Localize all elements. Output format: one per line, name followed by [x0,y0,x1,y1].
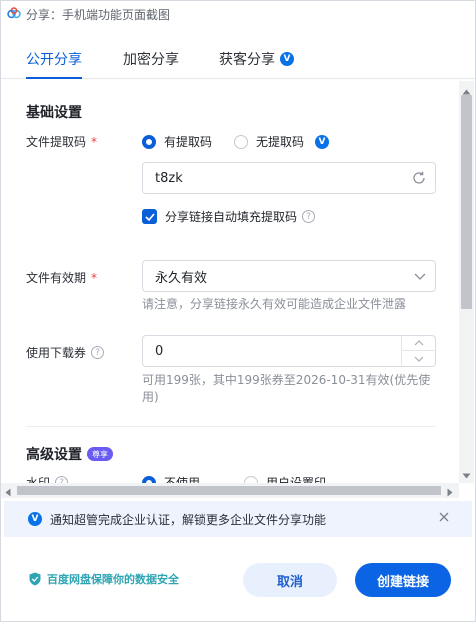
section-divider [26,426,436,427]
create-link-button[interactable]: 创建链接 [355,563,451,597]
extraction-code-input[interactable]: t8zk [142,162,436,194]
scroll-right-arrow-icon[interactable] [447,486,453,501]
horizontal-scrollbar[interactable] [1,483,459,498]
premium-badge: 尊享 [87,447,113,461]
settings-panel: 基础设置 文件提取码 * 有提取码 无提取码 V t8zk 分享链接自动填充提取… [1,80,475,484]
validity-select[interactable]: 永久有效 [142,260,436,292]
title-bar: 分享：手机端功能页面截图 [1,1,475,27]
validity-label: 文件有效期 * [26,269,97,286]
radio-label: 有提取码 [164,135,213,149]
radio-without-code[interactable]: 无提取码 [234,133,304,150]
active-tab-indicator [26,77,82,79]
radio-checked-icon [142,134,156,149]
refresh-icon[interactable] [411,170,427,190]
label-text: 文件有效期 [26,271,87,285]
tab-customer-share[interactable]: 获客分享 V [219,49,294,69]
select-value: 永久有效 [155,270,208,286]
scroll-left-arrow-icon[interactable] [5,486,11,501]
auto-fill-checkbox[interactable]: 分享链接自动填充提取码 ? [142,208,316,225]
share-tabs: 公开分享 加密分享 获客分享 V [1,37,475,79]
tab-public-share[interactable]: 公开分享 [26,49,82,69]
security-note: 百度网盘保障你的数据安全 [29,571,179,587]
label-text: 使用下载券 [26,346,87,360]
extraction-code-label: 文件提取码 * [26,133,97,150]
scroll-down-arrow-icon[interactable] [462,468,471,483]
share-dialog: 分享：手机端功能页面截图 公开分享 加密分享 获客分享 V 基础设置 文件提取码… [0,0,476,622]
quantity-stepper [401,336,435,366]
decrement-button[interactable] [402,351,435,366]
security-text: 百度网盘保障你的数据安全 [47,573,179,586]
radio-unchecked-icon [234,134,249,149]
tab-label: 公开分享 [26,52,82,68]
label-text: 文件提取码 [26,135,87,149]
vertical-scroll-thumb[interactable] [461,95,472,309]
cancel-button[interactable]: 取消 [243,563,337,597]
voucher-hint: 可用199张，其中199张券至2026-10-31有效(优先使用) [142,373,431,404]
tab-label: 加密分享 [123,52,179,68]
vertical-scrollbar[interactable] [459,81,474,483]
advanced-settings-title: 高级设置 尊享 [26,444,113,464]
verified-icon: V [315,134,330,149]
app-logo-icon [7,6,26,22]
enterprise-notice-bar: V 通知超管完成企业认证，解锁更多企业文件分享功能 [4,501,472,537]
checkbox-label: 分享链接自动填充提取码 [165,210,298,224]
radio-label: 无提取码 [256,135,305,149]
help-icon[interactable]: ? [302,210,316,223]
increment-button[interactable] [402,336,435,351]
tab-label: 获客分享 [219,52,275,68]
required-mark: * [91,270,98,285]
close-icon[interactable] [438,511,450,526]
tab-encrypted-share[interactable]: 加密分享 [123,49,179,69]
verified-icon: V [28,512,42,526]
shield-icon [29,572,41,586]
required-mark: * [91,134,98,149]
checkbox-checked-icon [142,209,157,224]
title-text: 高级设置 [26,447,82,463]
input-value: t8zk [155,170,183,186]
help-icon[interactable]: ? [91,346,105,359]
horizontal-scroll-thumb[interactable] [17,486,441,495]
extraction-code-radio-group: 有提取码 无提取码 V [142,133,330,150]
input-value: 0 [155,343,164,359]
validity-hint: 请注意，分享链接永久有效可能造成企业文件泄露 [142,297,407,311]
voucher-label: 使用下载券 ? [26,344,105,361]
notice-text: 通知超管完成企业认证，解锁更多企业文件分享功能 [50,512,327,527]
basic-settings-title: 基础设置 [26,105,82,121]
verified-icon: V [280,52,294,66]
window-title: 分享：手机端功能页面截图 [26,7,171,22]
radio-with-code[interactable]: 有提取码 [142,133,212,150]
voucher-number-input[interactable]: 0 [142,335,436,367]
chevron-down-icon [413,271,427,286]
